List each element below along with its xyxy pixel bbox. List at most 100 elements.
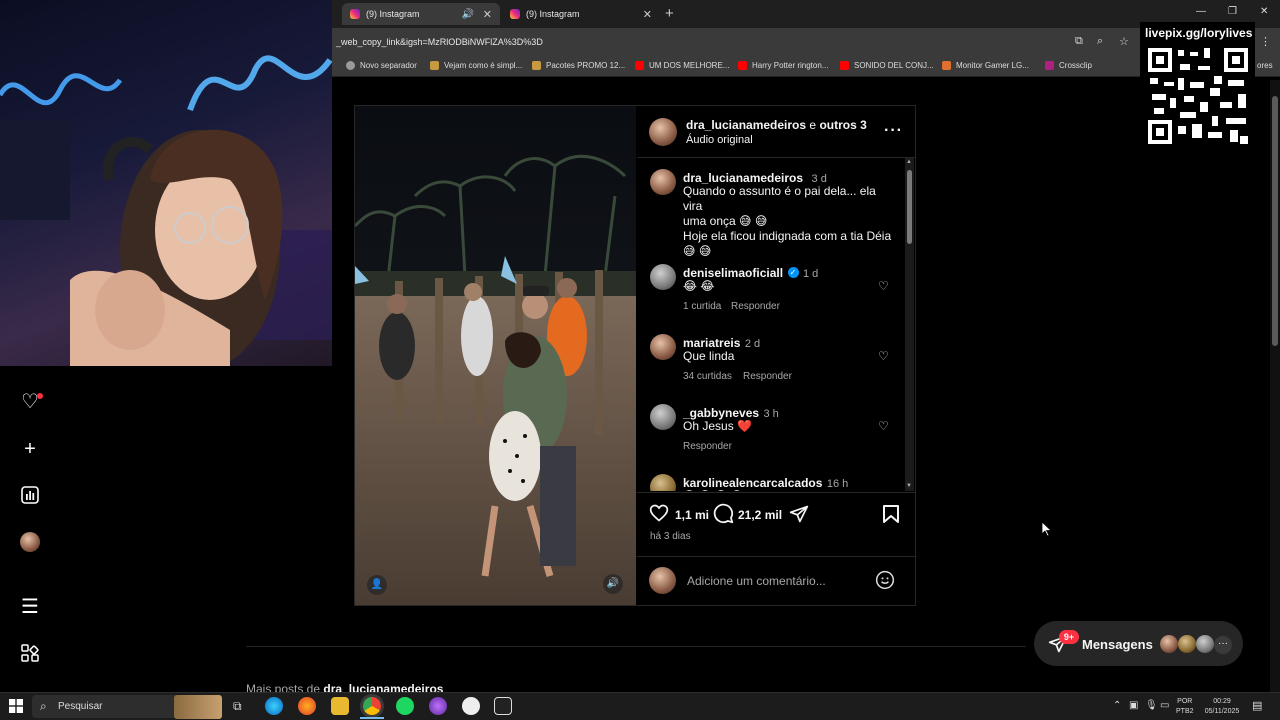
browser-tab[interactable]: (9) Instagram ✕ (502, 3, 660, 25)
new-tab-icon[interactable]: + (665, 5, 674, 22)
edge-icon[interactable] (265, 697, 283, 715)
comment-count[interactable]: 21,2 mil (738, 508, 782, 522)
site-icon (532, 61, 541, 70)
create-plus-icon[interactable]: + (20, 439, 40, 459)
dashboard-icon[interactable] (20, 485, 40, 505)
file-explorer-icon[interactable] (331, 697, 349, 715)
tray-chevron-icon[interactable]: ⌃ (1113, 700, 1121, 711)
reply-button[interactable]: Responder (683, 441, 732, 452)
comment-avatar[interactable] (650, 264, 676, 290)
speaker-icon[interactable]: 🔊 (462, 9, 474, 20)
like-comment-icon[interactable]: ♡ (878, 419, 889, 433)
browser-tab-active[interactable]: (9) Instagram 🔊 ✕ (342, 3, 500, 25)
install-app-icon[interactable]: ⧉ (1075, 35, 1083, 48)
network-icon[interactable]: ▭ (1160, 700, 1169, 711)
minimize-icon[interactable]: — (1196, 6, 1206, 17)
caption-username[interactable]: dra_lucianamedeiros (683, 171, 803, 185)
menu-icon[interactable]: ☰ (20, 597, 40, 617)
comments-scroll-thumb[interactable] (907, 170, 912, 244)
like-icon[interactable] (649, 503, 669, 528)
more-options-icon[interactable]: ··· (884, 122, 903, 140)
bookmark-item[interactable]: Monitor Gamer LG... (942, 61, 1029, 70)
windows-start-icon[interactable] (9, 699, 23, 718)
search-label[interactable]: Pesquisar (58, 701, 102, 712)
bookmark-item[interactable]: Vejam como é simpl... (430, 61, 522, 70)
maximize-icon[interactable]: ❐ (1228, 6, 1237, 17)
comment-icon[interactable] (713, 503, 734, 529)
emoji-icon[interactable] (875, 570, 895, 595)
post-authors: dra_lucianamedeiros e outros 3 (686, 118, 867, 132)
comment-time: 2 d (744, 338, 761, 350)
bookmark-label: Pacotes PROMO 12... (546, 61, 626, 70)
page-scroll-thumb[interactable] (1272, 96, 1278, 346)
close-window-icon[interactable]: ✕ (1260, 6, 1268, 17)
language-indicator[interactable]: POR PTB2 (1176, 697, 1194, 717)
comment-likes[interactable]: 1 curtida (683, 301, 721, 312)
comment-username[interactable]: deniselimaoficiall (683, 266, 783, 280)
bookmark-item[interactable]: Harry Potter rington... (738, 61, 828, 70)
bookmark-item[interactable]: Pacotes PROMO 12... (532, 61, 625, 70)
chrome-icon[interactable] (363, 697, 381, 715)
clock[interactable]: 00:29 05/11/2025 (1202, 697, 1242, 717)
like-comment-icon[interactable]: ♡ (878, 279, 889, 293)
like-comment-icon[interactable]: ♡ (878, 349, 889, 363)
bookmark-item[interactable]: SONIDO DEL CONJ... (840, 61, 934, 70)
app-icon[interactable] (429, 697, 447, 715)
globe-icon (346, 61, 355, 70)
caption-avatar[interactable] (650, 169, 676, 195)
comment-avatar[interactable] (650, 474, 676, 491)
task-view-icon[interactable]: ⧉ (233, 699, 242, 714)
comment-text: 😂 😂 (683, 279, 715, 293)
close-tab-icon[interactable]: ✕ (483, 8, 492, 21)
message-avatar (1196, 635, 1214, 653)
tray-app-icon[interactable]: ▣ (1129, 700, 1138, 711)
obs-icon[interactable] (462, 697, 480, 715)
scroll-down-icon[interactable]: ▼ (906, 483, 912, 489)
author-avatar[interactable] (649, 118, 677, 146)
message-avatar (1178, 635, 1196, 653)
url-text[interactable]: _web_copy_link&igsh=MzRlODBiNWFlZA%3D%3D (336, 37, 543, 47)
audio-toggle-icon[interactable]: 🔊 (603, 574, 623, 594)
capcut-icon[interactable] (494, 697, 512, 715)
tab-title: (9) Instagram (366, 9, 420, 19)
comment-likes[interactable]: 34 curtidas (683, 371, 732, 382)
bookmark-item[interactable]: UM DOS MELHORE... (635, 61, 729, 70)
comment-avatar[interactable] (650, 404, 676, 430)
like-count[interactable]: 1,1 mi (675, 508, 709, 522)
comment-username[interactable]: _gabbyneves (683, 406, 759, 420)
bookmark-overflow[interactable]: ores (1257, 61, 1273, 70)
comment-time: 1 d (802, 268, 819, 280)
reply-button[interactable]: Responder (731, 301, 780, 312)
tagged-users-icon[interactable]: 👤 (367, 575, 387, 595)
notification-center-icon[interactable]: ▤ (1252, 699, 1262, 712)
comment-username[interactable]: karolinealencarcalcados (683, 476, 822, 490)
comment-text: Que linda (683, 349, 735, 363)
post-video[interactable]: 👤 🔊 (355, 106, 636, 605)
comment-username[interactable]: mariatreis (683, 336, 740, 350)
profile-avatar[interactable] (20, 532, 40, 552)
bookmark-item[interactable]: Crossclip (1045, 61, 1092, 70)
author-username[interactable]: dra_lucianamedeiros (686, 118, 806, 132)
reply-button[interactable]: Responder (743, 371, 792, 382)
scroll-up-icon[interactable]: ▲ (906, 159, 912, 165)
notifications-heart-icon[interactable]: ♡ (20, 392, 43, 412)
close-tab-icon[interactable]: ✕ (643, 8, 652, 21)
header-divider (637, 157, 915, 158)
browser-menu-icon[interactable]: ⋮ (1260, 35, 1271, 48)
post-date[interactable]: há 3 dias (650, 531, 691, 542)
comment-avatar[interactable] (650, 334, 676, 360)
firefox-icon[interactable] (298, 697, 316, 715)
message-avatar (1160, 635, 1178, 653)
share-icon[interactable] (789, 504, 809, 529)
bookmark-star-icon[interactable]: ☆ (1119, 35, 1129, 48)
mouse-cursor-icon (1041, 521, 1053, 542)
save-bookmark-icon[interactable] (882, 504, 900, 529)
other-authors-link[interactable]: outros 3 (819, 118, 866, 132)
zoom-icon[interactable]: ⌕ (1097, 35, 1103, 48)
audio-label[interactable]: Áudio original (686, 134, 753, 146)
more-apps-icon[interactable] (20, 643, 40, 663)
spotify-icon[interactable] (396, 697, 414, 715)
comment-input[interactable]: Adicione um comentário... (687, 574, 826, 588)
bookmark-item[interactable]: Novo separador (346, 61, 417, 70)
microphone-icon[interactable]: 🎙 (1145, 700, 1158, 711)
